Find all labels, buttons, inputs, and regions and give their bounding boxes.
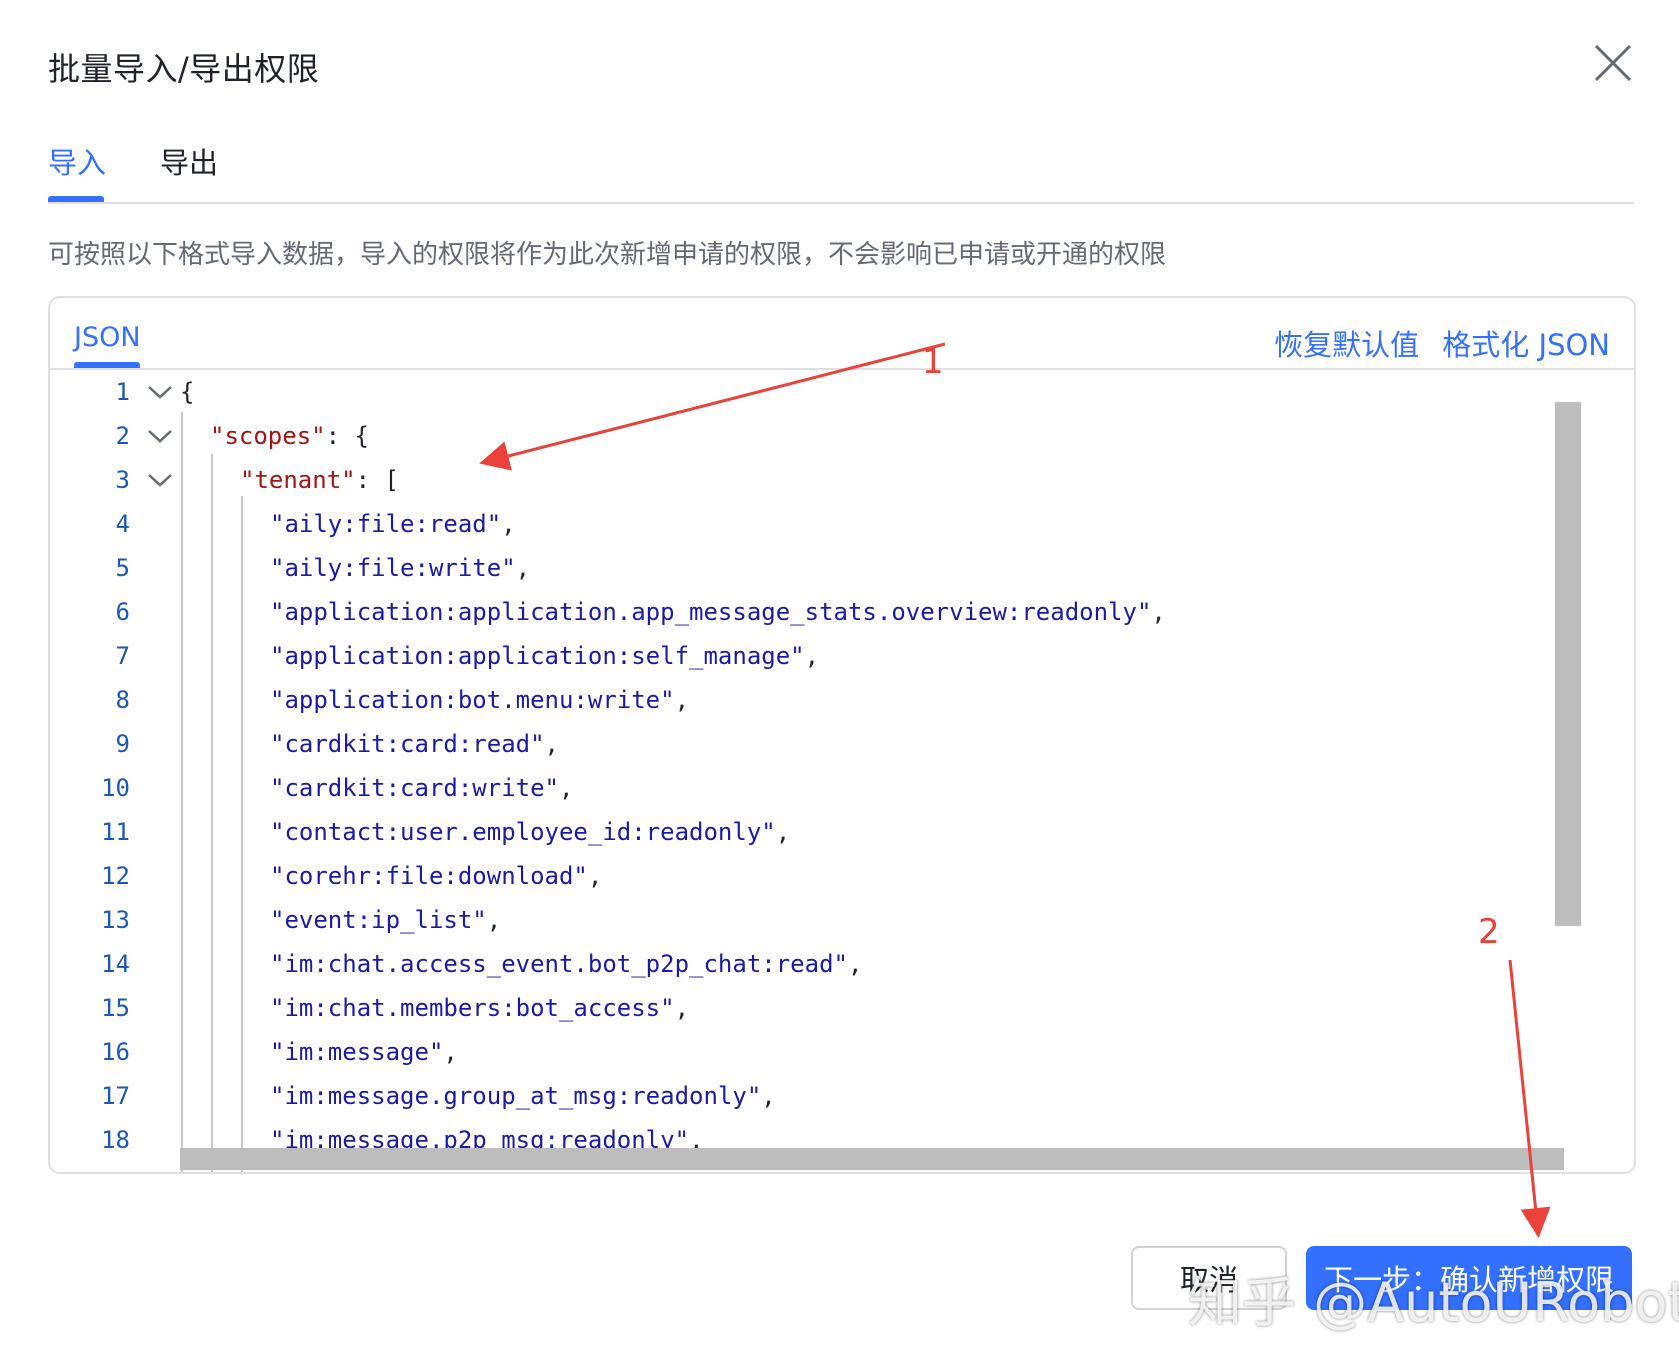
annotation-arrow-1 <box>479 342 946 471</box>
annotation-label-2: 2 <box>1478 912 1500 952</box>
watermark: 知乎 @AutoURobot <box>1188 1271 1679 1334</box>
annotation-label-1: 1 <box>922 342 944 382</box>
import-export-dialog: 批量导入/导出权限 导入 导出 可按照以下格式导入数据，导入的权限将作为此次新增… <box>0 0 1679 1357</box>
annotation-arrow-2 <box>1508 959 1551 1238</box>
annotation-arrows <box>479 342 1551 1238</box>
